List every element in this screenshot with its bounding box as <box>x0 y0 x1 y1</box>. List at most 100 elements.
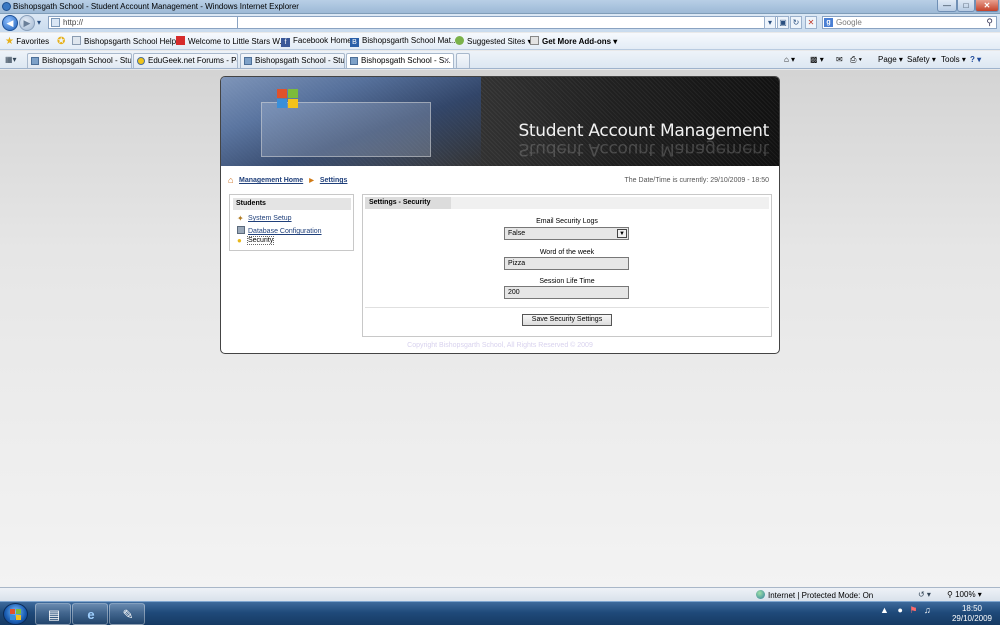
chevron-down-icon[interactable]: ▼ <box>617 229 627 238</box>
system-tray: ▲ ● ⚑ ♫ <box>880 605 931 616</box>
compatibility-view-icon[interactable]: ▣ <box>777 16 789 29</box>
lightbulb-icon: ● <box>237 236 242 245</box>
clock[interactable]: 18:50 29/10/2009 <box>950 604 994 624</box>
site-banner: Student Account Management Student Accou… <box>221 77 779 166</box>
window-title: Bishopsgath School - Student Account Man… <box>13 2 299 11</box>
refresh-icon[interactable]: ↻ <box>790 16 802 29</box>
safety-menu[interactable]: Safety ▾ <box>907 55 936 64</box>
favorites-button[interactable]: ★ Favorites <box>5 36 49 47</box>
favorites-bar: ★ Favorites ✪ Bishopsgarth School Help..… <box>0 33 1000 50</box>
stop-icon[interactable]: ✕ <box>805 16 817 29</box>
tab-favicon <box>31 57 39 65</box>
get-addons-button[interactable]: Get More Add-ons ▾ <box>530 36 617 46</box>
favorite-link-1[interactable]: Bishopsgarth School Help... <box>72 36 183 46</box>
google-icon: g <box>824 18 833 27</box>
favorite-link-3[interactable]: f Facebook Home <box>281 36 352 47</box>
page-menu[interactable]: Page ▾ <box>878 55 903 64</box>
windows-logo-icon <box>277 89 299 109</box>
new-tab-button[interactable] <box>456 53 470 68</box>
page-icon <box>51 18 60 27</box>
close-window-button[interactable]: ✕ <box>975 0 999 12</box>
breadcrumb: ⌂ Management Home ▶ Settings <box>228 175 348 185</box>
ie-taskbar-button[interactable]: e <box>72 603 108 625</box>
sidebar-item-system-setup[interactable]: ✦ System Setup <box>237 215 292 223</box>
favorites-label: Favorites <box>16 37 50 46</box>
email-logs-label: Email Security Logs <box>536 218 598 225</box>
recent-pages-dropdown[interactable]: ▾ <box>34 17 44 28</box>
favorite-link-2[interactable]: Welcome to Little Stars W... <box>176 36 286 46</box>
explorer-taskbar-button[interactable]: ▤ <box>35 603 71 625</box>
address-text: http:// <box>63 18 84 27</box>
tools-icon: ✦ <box>237 214 244 223</box>
word-of-week-input[interactable]: Pizza <box>504 257 629 270</box>
clock-date: 29/10/2009 <box>951 614 993 623</box>
site-container: Student Account Management Student Accou… <box>220 76 780 354</box>
address-bar-extension[interactable] <box>238 16 784 29</box>
breadcrumb-settings-link[interactable]: Settings <box>320 177 348 184</box>
panel-title: Settings - Security <box>365 197 451 209</box>
windows-taskbar: ▤ e ✎ ▲ ● ⚑ ♫ 18:50 29/10/2009 <box>0 601 1000 625</box>
paint-taskbar-button[interactable]: ✎ <box>109 603 145 625</box>
tab-favicon <box>350 57 358 65</box>
ie-icon <box>2 2 11 11</box>
star-logo-icon <box>176 36 185 45</box>
minimize-button[interactable]: — <box>937 0 957 12</box>
security-zone[interactable]: Internet | Protected Mode: On <box>756 590 873 600</box>
email-logs-select[interactable]: False ▼ <box>504 227 629 240</box>
tab-3[interactable]: Bishopsgath School - Stud... <box>240 53 345 68</box>
tab-2[interactable]: EduGeek.net Forums - Pos... <box>133 53 238 68</box>
breadcrumb-home-link[interactable]: Management Home <box>239 177 303 184</box>
add-star-icon: ✪ <box>57 36 66 47</box>
volume-icon[interactable]: ♫ <box>924 605 931 615</box>
feeds-icon[interactable]: ▩ ▾ <box>810 55 824 64</box>
star-icon: ★ <box>5 36 14 47</box>
address-toolbar: ◀ ▶ ▾ http:// ▾ ▣ ↻ ✕ g Google ⚲ <box>0 14 1000 32</box>
clock-time: 18:50 <box>961 604 983 613</box>
folder-icon: ▤ <box>47 607 61 622</box>
sidebar-menu: Students ✦ System Setup Database Configur… <box>229 194 354 251</box>
session-lifetime-input[interactable]: 200 <box>504 286 629 299</box>
protected-mode-icon[interactable]: ↺ ▾ <box>918 590 931 599</box>
suggested-sites-icon <box>455 36 464 45</box>
status-bar: Internet | Protected Mode: On ↺ ▾ ⚲ 100%… <box>0 587 1000 601</box>
tab-favicon <box>244 57 252 65</box>
network-icon[interactable]: ● <box>897 605 902 615</box>
home-icon[interactable]: ⌂ ▾ <box>784 55 795 64</box>
database-icon <box>237 226 245 234</box>
forward-button[interactable]: ▶ <box>19 15 35 31</box>
favorite-link-4[interactable]: B Bishopsgarth School Mat... <box>350 36 458 47</box>
current-datetime: The Date/Time is currently: 29/10/2009 -… <box>624 177 769 184</box>
quick-tabs-icon[interactable]: ▦▾ <box>5 55 17 64</box>
search-box[interactable]: g Google ⚲ <box>822 16 997 29</box>
show-hidden-icons-icon[interactable]: ▲ <box>880 605 889 615</box>
home-icon: ⌂ <box>228 175 234 185</box>
tools-menu[interactable]: Tools ▾ <box>941 55 966 64</box>
action-center-icon[interactable]: ⚑ <box>909 605 917 615</box>
maximize-button[interactable]: □ <box>957 0 975 12</box>
search-icon[interactable]: ⚲ <box>986 17 993 28</box>
save-security-settings-button[interactable]: Save Security Settings <box>522 314 612 326</box>
mail-icon[interactable]: ✉ <box>836 55 843 64</box>
back-button[interactable]: ◀ <box>2 15 18 31</box>
panel-divider <box>365 307 769 308</box>
sidebar-item-security[interactable]: ● Security <box>237 236 275 245</box>
tab-1[interactable]: Bishopsgath School - Stud... <box>27 53 132 68</box>
add-favorite-icon[interactable]: ✪ <box>57 36 65 47</box>
internet-globe-icon <box>756 590 765 599</box>
print-icon[interactable]: ⎙ ▾ <box>850 55 862 65</box>
suggested-sites-button[interactable]: Suggested Sites ▾ <box>455 36 532 46</box>
help-icon[interactable]: ? ▾ <box>970 55 981 64</box>
tab-4-active[interactable]: Bishopsgath School - S... ✕ <box>346 53 454 68</box>
address-dropdown-button[interactable]: ▾ <box>764 16 776 29</box>
sidebar-item-database-configuration[interactable]: Database Configuration <box>237 226 322 235</box>
search-placeholder: Google <box>836 18 862 27</box>
banner-login-dialog <box>261 102 431 157</box>
zoom-control[interactable]: ⚲ 100% ▾ <box>947 590 982 599</box>
start-button[interactable] <box>3 603 28 625</box>
address-bar[interactable]: http:// <box>48 16 238 29</box>
breadcrumb-separator-icon: ▶ <box>309 178 314 184</box>
settings-panel: Settings - Security Email Security Logs … <box>362 194 772 337</box>
b-logo-icon: B <box>350 38 359 47</box>
close-tab-icon[interactable]: ✕ <box>443 54 450 68</box>
copyright-text: Copyright Bishopsgarth School, All Right… <box>407 342 593 349</box>
